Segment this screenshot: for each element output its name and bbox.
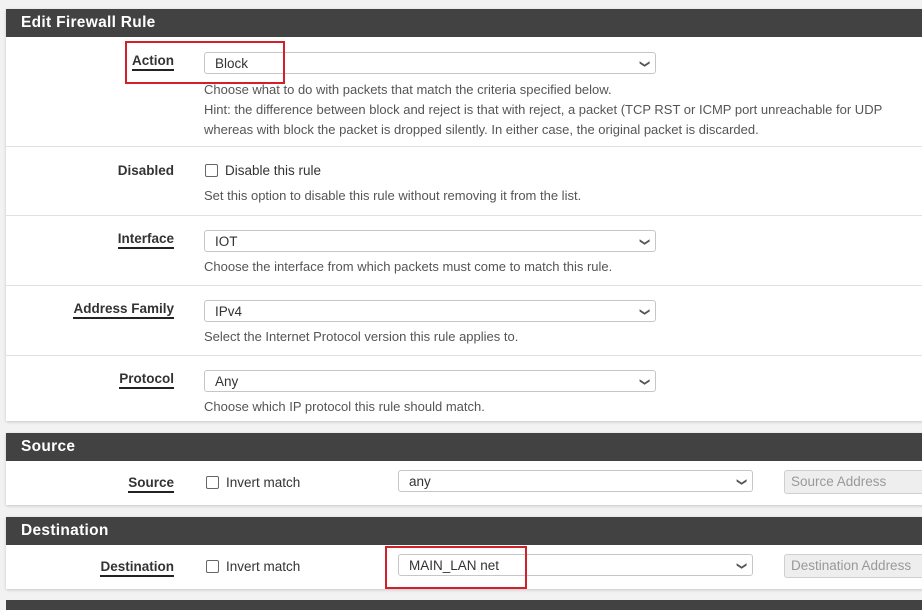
interface-select[interactable]: IOT ❯ [204,230,656,252]
source-label: Source [6,475,174,493]
source-panel: Source Source Invert match any ❯ Source … [6,433,922,505]
checkbox-box[interactable] [205,164,218,177]
checkbox-box[interactable] [206,560,219,573]
chevron-down-icon: ❯ [638,59,650,69]
chevron-down-icon: ❯ [638,237,650,247]
disabled-row: Disabled Disable this rule Set this opti… [6,147,922,216]
action-help-3: whereas with block the packet is dropped… [204,122,759,137]
address-family-row: Address Family IPv4 ❯ Select the Interne… [6,286,922,356]
interface-help: Choose the interface from which packets … [204,259,613,274]
disabled-help: Set this option to disable this rule wit… [204,188,582,203]
protocol-help: Choose which IP protocol this rule shoul… [204,399,485,414]
destination-address-input[interactable]: Destination Address [784,554,922,578]
chevron-down-icon: ❯ [638,307,650,317]
panel-heading: Edit Firewall Rule [6,9,922,37]
source-row: Source Invert match any ❯ Source Address [6,461,922,505]
source-address-input[interactable]: Source Address [784,470,922,494]
chevron-down-icon: ❯ [735,477,747,487]
source-invert-checkbox[interactable]: Invert match [206,475,300,490]
protocol-row: Protocol Any ❯ Choose which IP protocol … [6,356,922,424]
destination-invert-checkbox[interactable]: Invert match [206,559,300,574]
source-heading: Source [6,433,922,461]
destination-highlight-box [385,546,527,589]
interface-label: Interface [6,231,174,249]
address-family-select[interactable]: IPv4 ❯ [204,300,656,322]
destination-label: Destination [6,559,174,577]
address-family-label: Address Family [6,301,174,319]
address-family-help: Select the Internet Protocol version thi… [204,329,519,344]
interface-row: Interface IOT ❯ Choose the interface fro… [6,216,922,286]
action-highlight-box [125,41,285,84]
disabled-label: Disabled [117,163,174,178]
checkbox-box[interactable] [206,476,219,489]
chevron-down-icon: ❯ [735,561,747,571]
protocol-label: Protocol [6,371,174,389]
action-help-2: Hint: the difference between block and r… [204,102,883,117]
destination-heading: Destination [6,517,922,545]
next-panel-heading [6,600,922,610]
protocol-select[interactable]: Any ❯ [204,370,656,392]
source-type-select[interactable]: any ❯ [398,470,753,492]
disable-rule-checkbox[interactable]: Disable this rule [205,163,321,178]
chevron-down-icon: ❯ [638,377,650,387]
